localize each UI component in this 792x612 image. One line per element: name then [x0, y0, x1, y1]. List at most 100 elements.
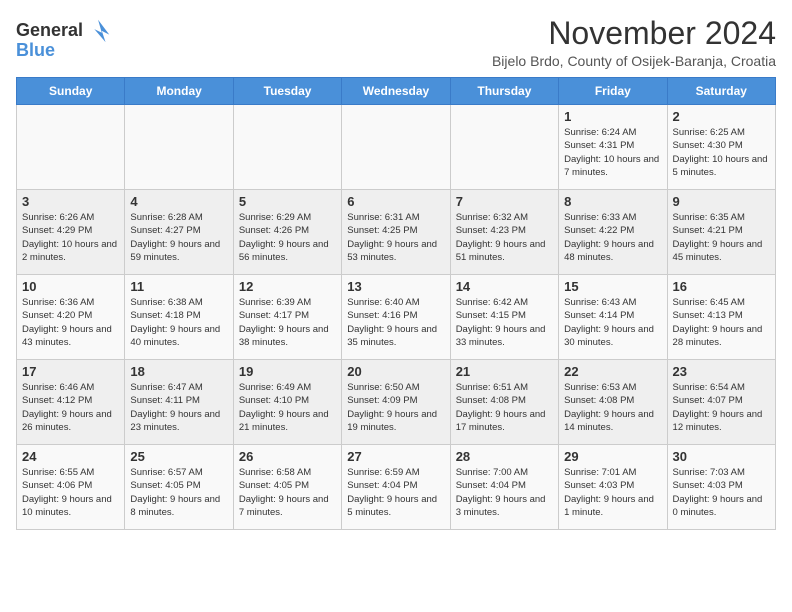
calendar-cell-week0-day5: 1 Sunrise: 6:24 AM Sunset: 4:31 PM Daylig…: [559, 105, 667, 190]
day-info: Sunrise: 6:54 AM Sunset: 4:07 PM Dayligh…: [673, 381, 770, 434]
day-info: Sunrise: 7:03 AM Sunset: 4:03 PM Dayligh…: [673, 466, 770, 519]
logo-icon: [85, 16, 113, 44]
calendar-cell-week4-day4: 28 Sunrise: 7:00 AM Sunset: 4:04 PM Dayli…: [450, 445, 558, 530]
calendar-cell-week3-day6: 23 Sunrise: 6:54 AM Sunset: 4:07 PM Dayli…: [667, 360, 775, 445]
day-info: Sunrise: 6:31 AM Sunset: 4:25 PM Dayligh…: [347, 211, 444, 264]
calendar-cell-week4-day3: 27 Sunrise: 6:59 AM Sunset: 4:04 PM Dayli…: [342, 445, 450, 530]
calendar-cell-week2-day6: 16 Sunrise: 6:45 AM Sunset: 4:13 PM Dayli…: [667, 275, 775, 360]
day-info: Sunrise: 6:50 AM Sunset: 4:09 PM Dayligh…: [347, 381, 444, 434]
day-info: Sunrise: 6:26 AM Sunset: 4:29 PM Dayligh…: [22, 211, 119, 264]
weekday-header-wednesday: Wednesday: [342, 78, 450, 105]
day-info: Sunrise: 6:55 AM Sunset: 4:06 PM Dayligh…: [22, 466, 119, 519]
day-number: 14: [456, 279, 553, 294]
page-header: General Blue November 2024 Bijelo Brdo, …: [16, 16, 776, 69]
day-number: 19: [239, 364, 336, 379]
day-number: 9: [673, 194, 770, 209]
day-number: 28: [456, 449, 553, 464]
calendar-cell-week2-day5: 15 Sunrise: 6:43 AM Sunset: 4:14 PM Dayli…: [559, 275, 667, 360]
day-number: 3: [22, 194, 119, 209]
day-info: Sunrise: 6:33 AM Sunset: 4:22 PM Dayligh…: [564, 211, 661, 264]
day-number: 30: [673, 449, 770, 464]
logo-general-text: General: [16, 20, 83, 41]
calendar-cell-week3-day2: 19 Sunrise: 6:49 AM Sunset: 4:10 PM Dayli…: [233, 360, 341, 445]
day-number: 11: [130, 279, 227, 294]
calendar-cell-week1-day2: 5 Sunrise: 6:29 AM Sunset: 4:26 PM Daylig…: [233, 190, 341, 275]
day-number: 10: [22, 279, 119, 294]
day-info: Sunrise: 6:42 AM Sunset: 4:15 PM Dayligh…: [456, 296, 553, 349]
logo: General Blue: [16, 16, 113, 61]
day-info: Sunrise: 6:53 AM Sunset: 4:08 PM Dayligh…: [564, 381, 661, 434]
calendar-cell-week3-day3: 20 Sunrise: 6:50 AM Sunset: 4:09 PM Dayli…: [342, 360, 450, 445]
calendar-cell-week2-day0: 10 Sunrise: 6:36 AM Sunset: 4:20 PM Dayli…: [17, 275, 125, 360]
day-number: 5: [239, 194, 336, 209]
day-number: 27: [347, 449, 444, 464]
day-info: Sunrise: 7:00 AM Sunset: 4:04 PM Dayligh…: [456, 466, 553, 519]
calendar-cell-week4-day1: 25 Sunrise: 6:57 AM Sunset: 4:05 PM Dayli…: [125, 445, 233, 530]
calendar-cell-week4-day5: 29 Sunrise: 7:01 AM Sunset: 4:03 PM Dayli…: [559, 445, 667, 530]
day-number: 1: [564, 109, 661, 124]
calendar-cell-week1-day4: 7 Sunrise: 6:32 AM Sunset: 4:23 PM Daylig…: [450, 190, 558, 275]
calendar-cell-week4-day0: 24 Sunrise: 6:55 AM Sunset: 4:06 PM Dayli…: [17, 445, 125, 530]
calendar-cell-week1-day6: 9Sunrise: 6:35 AM Sunset: 4:21 PM Daylig…: [667, 190, 775, 275]
calendar-cell-week0-day6: 2 Sunrise: 6:25 AM Sunset: 4:30 PM Daylig…: [667, 105, 775, 190]
day-info: Sunrise: 6:29 AM Sunset: 4:26 PM Dayligh…: [239, 211, 336, 264]
weekday-header-saturday: Saturday: [667, 78, 775, 105]
day-info: Sunrise: 6:28 AM Sunset: 4:27 PM Dayligh…: [130, 211, 227, 264]
calendar-cell-week3-day0: 17 Sunrise: 6:46 AM Sunset: 4:12 PM Dayli…: [17, 360, 125, 445]
day-info: Sunrise: 6:58 AM Sunset: 4:05 PM Dayligh…: [239, 466, 336, 519]
day-number: 16: [673, 279, 770, 294]
day-info: Sunrise: 7:01 AM Sunset: 4:03 PM Dayligh…: [564, 466, 661, 519]
logo-blue-text: Blue: [16, 40, 55, 61]
calendar-cell-week4-day2: 26 Sunrise: 6:58 AM Sunset: 4:05 PM Dayli…: [233, 445, 341, 530]
day-number: 7: [456, 194, 553, 209]
title-block: November 2024 Bijelo Brdo, County of Osi…: [492, 16, 776, 69]
calendar-cell-week1-day5: 8 Sunrise: 6:33 AM Sunset: 4:22 PM Daylig…: [559, 190, 667, 275]
day-number: 21: [456, 364, 553, 379]
calendar-cell-week1-day3: 6Sunrise: 6:31 AM Sunset: 4:25 PM Daylig…: [342, 190, 450, 275]
day-number: 12: [239, 279, 336, 294]
calendar-cell-week1-day0: 3 Sunrise: 6:26 AM Sunset: 4:29 PM Daylig…: [17, 190, 125, 275]
calendar-cell-week2-day1: 11Sunrise: 6:38 AM Sunset: 4:18 PM Dayli…: [125, 275, 233, 360]
calendar: SundayMondayTuesdayWednesdayThursdayFrid…: [16, 77, 776, 530]
day-info: Sunrise: 6:51 AM Sunset: 4:08 PM Dayligh…: [456, 381, 553, 434]
calendar-cell-week3-day4: 21 Sunrise: 6:51 AM Sunset: 4:08 PM Dayli…: [450, 360, 558, 445]
day-info: Sunrise: 6:25 AM Sunset: 4:30 PM Dayligh…: [673, 126, 770, 179]
weekday-header-tuesday: Tuesday: [233, 78, 341, 105]
weekday-header-friday: Friday: [559, 78, 667, 105]
day-info: Sunrise: 6:45 AM Sunset: 4:13 PM Dayligh…: [673, 296, 770, 349]
day-info: Sunrise: 6:57 AM Sunset: 4:05 PM Dayligh…: [130, 466, 227, 519]
day-info: Sunrise: 6:40 AM Sunset: 4:16 PM Dayligh…: [347, 296, 444, 349]
weekday-header-thursday: Thursday: [450, 78, 558, 105]
day-info: Sunrise: 6:46 AM Sunset: 4:12 PM Dayligh…: [22, 381, 119, 434]
day-info: Sunrise: 6:47 AM Sunset: 4:11 PM Dayligh…: [130, 381, 227, 434]
day-info: Sunrise: 6:32 AM Sunset: 4:23 PM Dayligh…: [456, 211, 553, 264]
calendar-cell-week3-day1: 18 Sunrise: 6:47 AM Sunset: 4:11 PM Dayli…: [125, 360, 233, 445]
day-number: 13: [347, 279, 444, 294]
day-info: Sunrise: 6:59 AM Sunset: 4:04 PM Dayligh…: [347, 466, 444, 519]
day-number: 25: [130, 449, 227, 464]
calendar-cell-week0-day3: [342, 105, 450, 190]
day-info: Sunrise: 6:24 AM Sunset: 4:31 PM Dayligh…: [564, 126, 661, 179]
weekday-header-sunday: Sunday: [17, 78, 125, 105]
day-info: Sunrise: 6:49 AM Sunset: 4:10 PM Dayligh…: [239, 381, 336, 434]
day-info: Sunrise: 6:36 AM Sunset: 4:20 PM Dayligh…: [22, 296, 119, 349]
day-info: Sunrise: 6:43 AM Sunset: 4:14 PM Dayligh…: [564, 296, 661, 349]
day-number: 26: [239, 449, 336, 464]
calendar-cell-week2-day4: 14 Sunrise: 6:42 AM Sunset: 4:15 PM Dayli…: [450, 275, 558, 360]
day-number: 8: [564, 194, 661, 209]
day-number: 24: [22, 449, 119, 464]
day-number: 17: [22, 364, 119, 379]
day-number: 20: [347, 364, 444, 379]
day-number: 18: [130, 364, 227, 379]
calendar-cell-week2-day2: 12Sunrise: 6:39 AM Sunset: 4:17 PM Dayli…: [233, 275, 341, 360]
day-number: 29: [564, 449, 661, 464]
day-number: 15: [564, 279, 661, 294]
calendar-cell-week0-day0: [17, 105, 125, 190]
subtitle: Bijelo Brdo, County of Osijek-Baranja, C…: [492, 53, 776, 69]
calendar-cell-week2-day3: 13 Sunrise: 6:40 AM Sunset: 4:16 PM Dayli…: [342, 275, 450, 360]
day-number: 23: [673, 364, 770, 379]
calendar-cell-week1-day1: 4Sunrise: 6:28 AM Sunset: 4:27 PM Daylig…: [125, 190, 233, 275]
day-number: 2: [673, 109, 770, 124]
calendar-cell-week0-day2: [233, 105, 341, 190]
weekday-header-monday: Monday: [125, 78, 233, 105]
